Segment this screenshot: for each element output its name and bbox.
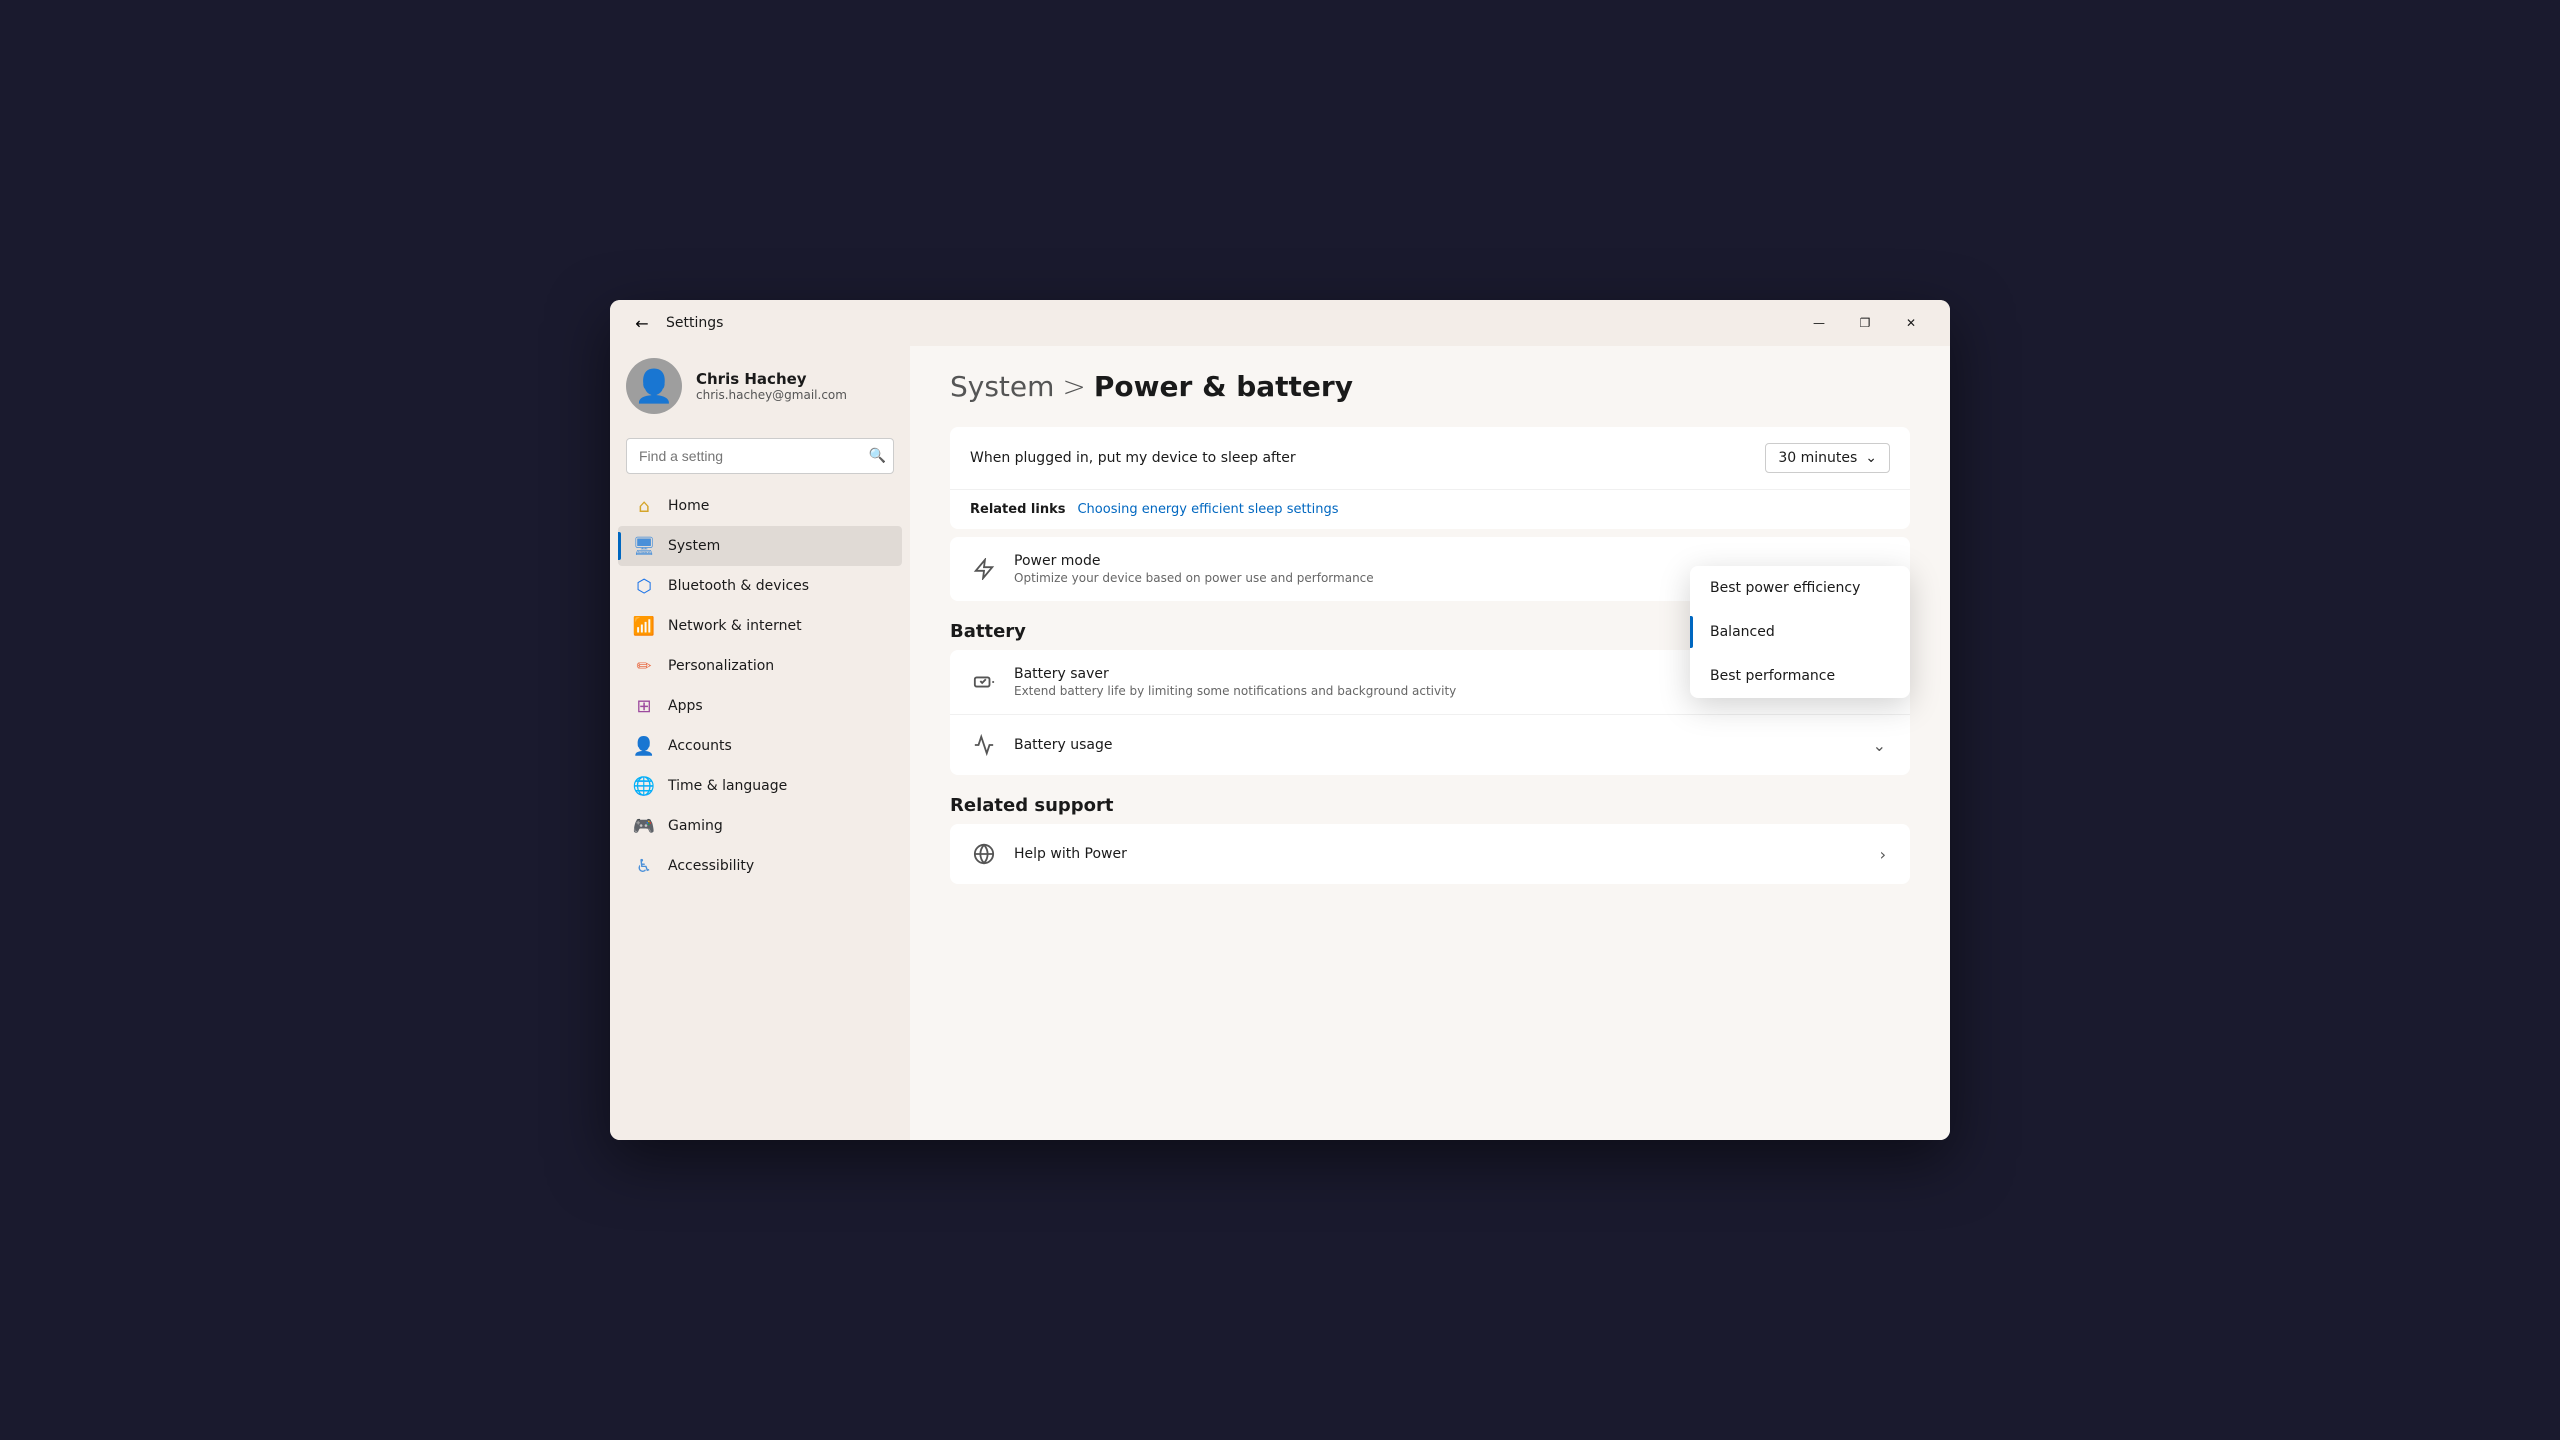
nav-item-system[interactable]: 🖥 System [618,526,902,566]
home-icon: ⌂ [634,496,654,516]
accessibility-icon: ♿ [634,856,654,876]
battery-usage-row[interactable]: Battery usage ⌄ [950,715,1910,775]
page-header: System > Power & battery [950,370,1910,403]
nav-item-time[interactable]: 🌐 Time & language [618,766,902,806]
breadcrumb-separator: > [1062,370,1085,403]
help-power-title: Help with Power [1014,846,1860,862]
help-power-content: Help with Power [1014,846,1860,862]
nav-label-time: Time & language [668,778,787,794]
apps-icon: ⊞ [634,696,654,716]
sleep-chevron-icon: ⌄ [1865,450,1877,466]
nav-label-accessibility: Accessibility [668,858,754,874]
content-area: 👤 Chris Hachey chris.hachey@gmail.com 🔍 … [610,346,1950,1140]
user-section: 👤 Chris Hachey chris.hachey@gmail.com [610,346,910,430]
bluetooth-icon: ⬡ [634,576,654,596]
nav-label-accounts: Accounts [668,738,732,754]
system-icon: 🖥 [634,536,654,556]
related-links-row: Related links Choosing energy efficient … [950,490,1910,529]
nav-label-system: System [668,538,720,554]
dropdown-item-performance[interactable]: Best performance [1690,654,1910,698]
nav-label-home: Home [668,498,709,514]
nav-item-apps[interactable]: ⊞ Apps [618,686,902,726]
search-input[interactable] [626,438,894,474]
nav-label-apps: Apps [668,698,703,714]
battery-usage-content: Battery usage [1014,737,1853,753]
sleep-label: When plugged in, put my device to sleep … [970,450,1749,466]
sleep-card: When plugged in, put my device to sleep … [950,427,1910,529]
time-icon: 🌐 [634,776,654,796]
nav-item-accounts[interactable]: 👤 Accounts [618,726,902,766]
nav-item-bluetooth[interactable]: ⬡ Bluetooth & devices [618,566,902,606]
power-mode-icon [970,555,998,583]
nav-item-accessibility[interactable]: ♿ Accessibility [618,846,902,886]
sleep-action: 30 minutes ⌄ [1765,443,1890,473]
main-content: System > Power & battery When plugged in… [910,346,1950,1140]
nav-label-network: Network & internet [668,618,802,634]
related-links-link[interactable]: Choosing energy efficient sleep settings [1077,502,1338,517]
battery-usage-title: Battery usage [1014,737,1853,753]
help-power-chevron[interactable]: › [1876,841,1890,868]
sidebar: 👤 Chris Hachey chris.hachey@gmail.com 🔍 … [610,346,910,1140]
nav-item-network[interactable]: 📶 Network & internet [618,606,902,646]
sleep-row: When plugged in, put my device to sleep … [950,427,1910,490]
window-title: Settings [666,315,723,331]
maximize-button[interactable]: ❐ [1842,307,1888,339]
personalization-icon: ✏ [634,656,654,676]
nav-label-personalization: Personalization [668,658,774,674]
gaming-icon: 🎮 [634,816,654,836]
search-box: 🔍 [626,438,894,474]
battery-saver-icon [970,668,998,696]
settings-window: ← Settings — ❐ ✕ 👤 Chris Hachey chris.ha… [610,300,1950,1140]
search-icon[interactable]: 🔍 [869,448,886,464]
battery-usage-chevron[interactable]: ⌄ [1869,732,1890,759]
nav-item-gaming[interactable]: 🎮 Gaming [618,806,902,846]
help-power-icon [970,840,998,868]
dropdown-item-balanced[interactable]: Balanced [1690,610,1910,654]
window-controls: — ❐ ✕ [1796,307,1934,339]
dropdown-performance-label: Best performance [1710,668,1835,684]
sleep-dropdown[interactable]: 30 minutes ⌄ [1765,443,1890,473]
back-button[interactable]: ← [626,307,658,339]
minimize-button[interactable]: — [1796,307,1842,339]
nav-item-home[interactable]: ⌂ Home [618,486,902,526]
related-support-card: Help with Power › [950,824,1910,884]
user-info: Chris Hachey chris.hachey@gmail.com [696,370,847,402]
dropdown-item-efficiency[interactable]: Best power efficiency [1690,566,1910,610]
related-support-title: Related support [950,795,1910,816]
battery-saver-title: Battery saver [1014,666,1740,682]
network-icon: 📶 [634,616,654,636]
page-title: Power & battery [1094,370,1353,403]
nav-label-bluetooth: Bluetooth & devices [668,578,809,594]
sleep-value: 30 minutes [1778,450,1857,466]
nav-item-personalization[interactable]: ✏ Personalization [618,646,902,686]
battery-saver-content: Battery saver Extend battery life by lim… [1014,666,1740,698]
dropdown-efficiency-label: Best power efficiency [1710,580,1860,596]
avatar: 👤 [626,358,682,414]
power-mode-dropdown-menu: Best power efficiency Balanced Best perf… [1690,566,1910,698]
related-links-label: Related links [970,502,1065,517]
accounts-icon: 👤 [634,736,654,756]
titlebar: ← Settings — ❐ ✕ [610,300,1950,346]
close-button[interactable]: ✕ [1888,307,1934,339]
nav-label-gaming: Gaming [668,818,723,834]
dropdown-balanced-label: Balanced [1710,624,1775,640]
battery-saver-desc: Extend battery life by limiting some not… [1014,684,1740,698]
user-name: Chris Hachey [696,370,847,388]
battery-usage-icon [970,731,998,759]
user-email: chris.hachey@gmail.com [696,388,847,402]
breadcrumb-system[interactable]: System [950,370,1054,403]
avatar-icon: 👤 [634,367,674,405]
help-power-row[interactable]: Help with Power › [950,824,1910,884]
